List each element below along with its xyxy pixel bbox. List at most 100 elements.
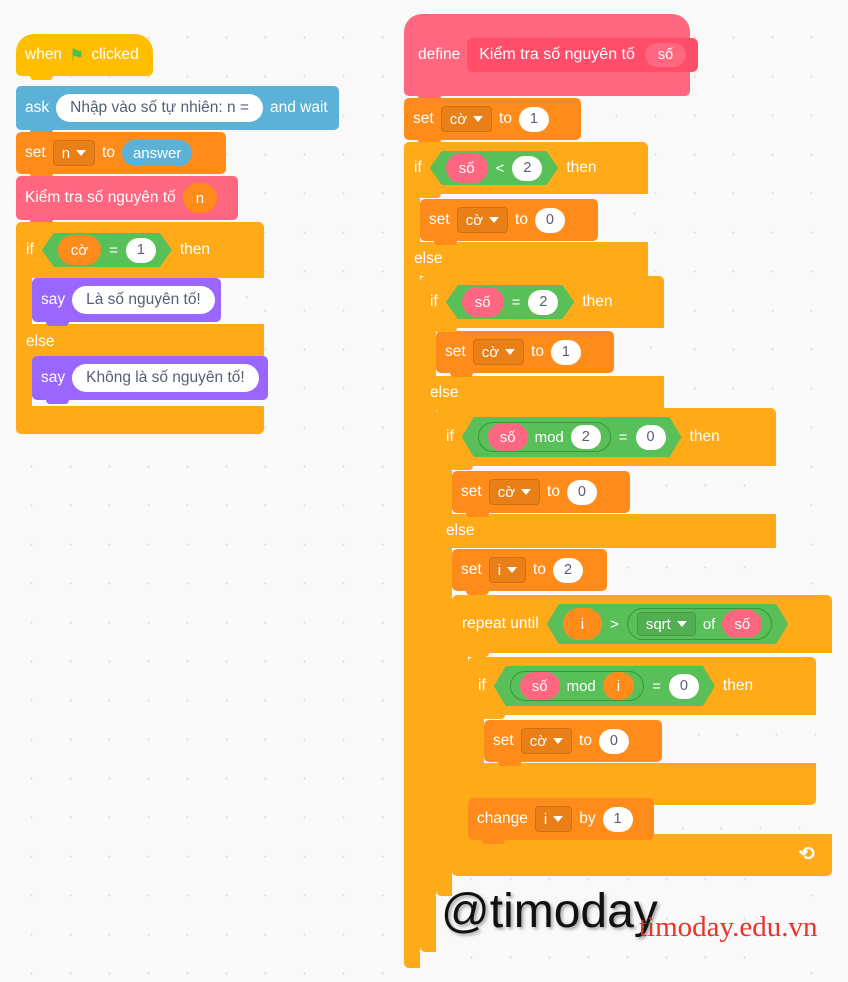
if-header[interactable]: if số mod 2 = 0 then [436, 408, 776, 470]
block-set-co-to-0-a[interactable]: set cờ to 0 [420, 199, 598, 245]
watermark-url: timoday.edu.vn [639, 911, 818, 943]
set-label: set [413, 110, 434, 128]
reporter-answer[interactable]: answer [121, 140, 193, 166]
block-call-kiem-tra-so-nguyen-to[interactable]: Kiểm tra số nguyên tố n [16, 176, 238, 224]
block-define-procedure[interactable]: define Kiểm tra số nguyên tố số [404, 14, 699, 100]
set-value-input[interactable]: 0 [566, 479, 597, 505]
if-header[interactable]: if số mod i = 0 then [468, 657, 816, 719]
dropdown-value: i [543, 810, 548, 828]
operator-mod[interactable]: số mod i [510, 671, 644, 701]
set-value-input[interactable]: 0 [598, 728, 629, 754]
change-value-input[interactable]: 1 [602, 806, 633, 832]
variable-i[interactable]: i [563, 608, 602, 640]
equals-right-input[interactable]: 2 [528, 290, 558, 315]
block-when-flag-clicked[interactable]: when ⚑ clicked [16, 34, 153, 80]
if-header[interactable]: if số < 2 then [404, 142, 648, 198]
dropdown-value: cờ [481, 343, 500, 361]
set-label: set [461, 561, 482, 579]
block-set-i-to-2[interactable]: set i to 2 [452, 549, 607, 595]
greater-than-sign: > [610, 615, 619, 633]
equals-right-input[interactable]: 0 [669, 674, 699, 699]
repeat-until-header[interactable]: repeat until i > sqrt of số [452, 595, 832, 657]
variable-dropdown-co[interactable]: cờ [456, 207, 509, 233]
block-set-co-to-1[interactable]: set cờ to 1 [404, 98, 581, 144]
parameter-so[interactable]: số [488, 423, 528, 451]
variable-dropdown-co[interactable]: cờ [488, 479, 541, 505]
if-header[interactable]: if cờ = 1 then [16, 222, 264, 278]
green-flag-icon: ⚑ [69, 45, 85, 65]
variable-dropdown-co[interactable]: cờ [472, 339, 525, 365]
operator-less-than[interactable]: số < 2 [430, 151, 559, 185]
procedure-parameter-so[interactable]: số [644, 42, 687, 68]
variable-dropdown-n[interactable]: n [52, 140, 96, 166]
to-label: to [531, 343, 544, 361]
change-label: change [477, 810, 528, 828]
operator-mod[interactable]: số mod 2 [478, 422, 611, 452]
chevron-down-icon [521, 489, 532, 495]
to-label: to [515, 211, 528, 229]
operator-equals[interactable]: cờ = 1 [42, 233, 172, 267]
mod-right-input[interactable]: 2 [571, 425, 601, 449]
say-label: say [41, 291, 66, 309]
if-label: if [446, 428, 454, 445]
operator-greater-than[interactable]: i > sqrt of số [547, 604, 788, 644]
block-say-khong-la-so-nguyen-to[interactable]: say Không là số nguyên tố! [32, 356, 268, 404]
block-set-co-to-0-b[interactable]: set cờ to 0 [452, 471, 630, 517]
variable-dropdown-co[interactable]: cờ [440, 106, 493, 132]
equals-right-input[interactable]: 1 [126, 238, 156, 263]
then-label: then [179, 241, 211, 258]
else-header: else [436, 514, 484, 548]
chevron-down-icon [76, 150, 87, 156]
operator-math-of[interactable]: sqrt of số [627, 608, 772, 640]
parameter-so[interactable]: số [722, 610, 762, 638]
argument-n[interactable]: n [182, 183, 218, 213]
say-text-input[interactable]: Không là số nguyên tố! [72, 364, 259, 392]
chevron-down-icon [505, 349, 516, 355]
then-label: then [582, 293, 613, 310]
block-ask-and-wait[interactable]: ask Nhập vào số tự nhiên: n = and wait [16, 86, 339, 134]
if-header[interactable]: if số = 2 then [420, 276, 664, 332]
operator-equals[interactable]: số = 2 [446, 285, 575, 319]
set-value-input[interactable]: 1 [550, 339, 581, 365]
less-than-right-input[interactable]: 2 [512, 156, 542, 181]
scratch-code-canvas[interactable]: when ⚑ clicked ask Nhập vào số tự nhiên:… [0, 0, 848, 982]
procedure-name: Kiểm tra số nguyên tố [479, 46, 635, 63]
procedure-prototype[interactable]: Kiểm tra số nguyên tố số [467, 37, 699, 73]
operator-equals[interactable]: số mod 2 = 0 [462, 417, 682, 457]
parameter-so[interactable]: số [446, 153, 488, 183]
to-label: to [547, 483, 560, 501]
set-value-input[interactable]: 0 [534, 207, 565, 233]
parameter-so[interactable]: số [520, 672, 560, 700]
to-label: to [579, 732, 592, 750]
set-label: set [493, 732, 514, 750]
if-label: if [414, 159, 422, 176]
variable-i[interactable]: i [603, 672, 634, 700]
operator-equals[interactable]: số mod i = 0 [494, 666, 715, 706]
to-label: to [499, 110, 512, 128]
then-label: then [722, 677, 754, 694]
block-set-co-to-0-c[interactable]: set cờ to 0 [484, 720, 662, 766]
math-function-dropdown-sqrt[interactable]: sqrt [637, 612, 696, 636]
set-value-input[interactable]: 2 [552, 557, 583, 583]
variable-co[interactable]: cờ [58, 235, 101, 265]
variable-dropdown-i[interactable]: i [488, 557, 527, 583]
if-label: if [430, 293, 438, 310]
block-set-n-to-answer[interactable]: set n to answer [16, 132, 226, 178]
say-text-input[interactable]: Là số nguyên tố! [72, 286, 215, 314]
variable-dropdown-i[interactable]: i [534, 806, 573, 832]
variable-dropdown-co[interactable]: cờ [520, 728, 573, 754]
chevron-down-icon [677, 621, 687, 627]
then-label: then [689, 428, 720, 445]
block-say-la-so-nguyen-to[interactable]: say Là số nguyên tố! [32, 278, 221, 326]
else-label: else [26, 333, 55, 350]
set-label: set [445, 343, 466, 361]
of-label: of [702, 615, 716, 633]
set-value-input[interactable]: 1 [518, 106, 549, 132]
equals-right-input[interactable]: 0 [636, 425, 666, 450]
block-change-i-by-1[interactable]: change i by 1 [468, 798, 654, 844]
block-set-co-to-1-b[interactable]: set cờ to 1 [436, 331, 614, 377]
define-label: define [418, 46, 461, 64]
parameter-so[interactable]: số [462, 287, 504, 317]
set-label: set [429, 211, 450, 229]
ask-prompt-input[interactable]: Nhập vào số tự nhiên: n = [56, 94, 263, 122]
